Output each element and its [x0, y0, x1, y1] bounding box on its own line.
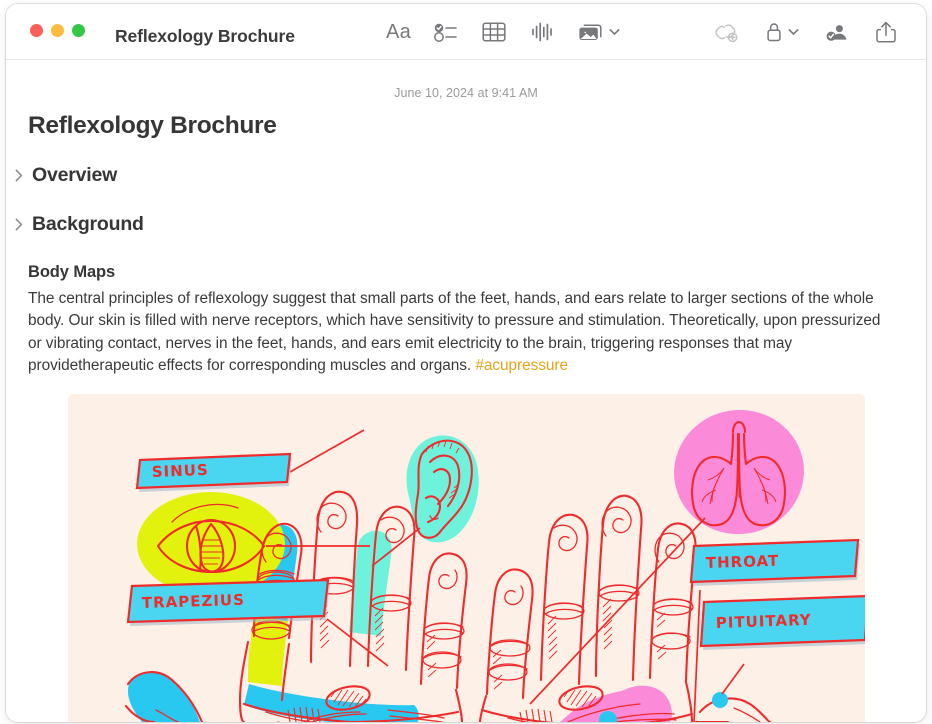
window-toolbar: Reflexology Brochure Aa	[6, 4, 926, 60]
format-text-icon: Aa	[386, 21, 412, 43]
traffic-lights	[30, 24, 85, 37]
share-button[interactable]	[875, 17, 897, 47]
media-button[interactable]	[577, 17, 620, 47]
section-title-body-maps: Body Maps	[28, 263, 116, 281]
chevron-down-icon	[788, 23, 799, 41]
link-add-button[interactable]	[712, 17, 740, 47]
close-window-button[interactable]	[30, 24, 43, 37]
maximize-window-button[interactable]	[72, 24, 85, 37]
table-button[interactable]	[481, 17, 507, 47]
toolbar-right-group	[712, 17, 897, 47]
checklist-button[interactable]	[433, 17, 459, 47]
audio-waveform-icon	[529, 20, 555, 44]
svg-text:THROAT: THROAT	[706, 552, 780, 572]
audio-button[interactable]	[529, 17, 555, 47]
svg-text:PITUITARY: PITUITARY	[716, 611, 813, 632]
label-tag-trapezius: TRAPEZIUS	[126, 578, 330, 626]
format-text-button[interactable]: Aa	[386, 17, 411, 47]
reflexology-hands-illustration[interactable]: .ink { fill:none; stroke:#ef2b2b; stroke…	[68, 394, 865, 722]
window-title: Reflexology Brochure	[115, 26, 295, 46]
note-content-area[interactable]: June 10, 2024 at 9:41 AM Reflexology Bro…	[6, 60, 926, 722]
body-maps-paragraph: The central principles of reflexology su…	[28, 288, 886, 378]
checklist-icon	[433, 21, 459, 43]
lock-button[interactable]	[764, 17, 799, 47]
note-date: June 10, 2024 at 9:41 AM	[394, 86, 538, 100]
notes-window: Reflexology Brochure Aa June 10, 2024 at…	[6, 4, 926, 722]
person-badge-check-icon	[823, 20, 851, 44]
lock-icon	[764, 17, 784, 47]
svg-text:SINUS: SINUS	[151, 461, 209, 481]
chevron-right-icon[interactable]	[12, 169, 26, 182]
collapsed-section-background[interactable]: Background	[12, 213, 144, 236]
paragraph-text: The central principles of reflexology su…	[28, 290, 881, 375]
table-icon	[481, 20, 507, 44]
media-photos-icon	[577, 17, 605, 47]
hands-diagram-svg: .ink { fill:none; stroke:#ef2b2b; stroke…	[124, 409, 865, 722]
note-heading: Reflexology Brochure	[28, 112, 277, 139]
label-tag-sinus: SINUS	[135, 452, 292, 492]
svg-text:TRAPEZIUS: TRAPEZIUS	[142, 591, 246, 612]
minimize-window-button[interactable]	[51, 24, 64, 37]
toolbar-center-group: Aa	[386, 17, 620, 47]
label-tag-pituitary: PITUITARY	[699, 595, 865, 650]
label-tag-throat: THROAT	[689, 538, 860, 586]
link-add-icon	[712, 20, 740, 44]
collapsed-section-overview[interactable]: Overview	[12, 164, 117, 187]
chevron-down-icon	[609, 23, 620, 41]
collapsed-section-label: Overview	[32, 164, 118, 186]
chevron-right-icon[interactable]	[12, 218, 26, 231]
collaborate-button[interactable]	[823, 17, 851, 47]
hashtag-acupressure[interactable]: #acupressure	[475, 357, 568, 374]
share-up-arrow-icon	[875, 20, 897, 44]
collapsed-section-label: Background	[32, 213, 144, 235]
